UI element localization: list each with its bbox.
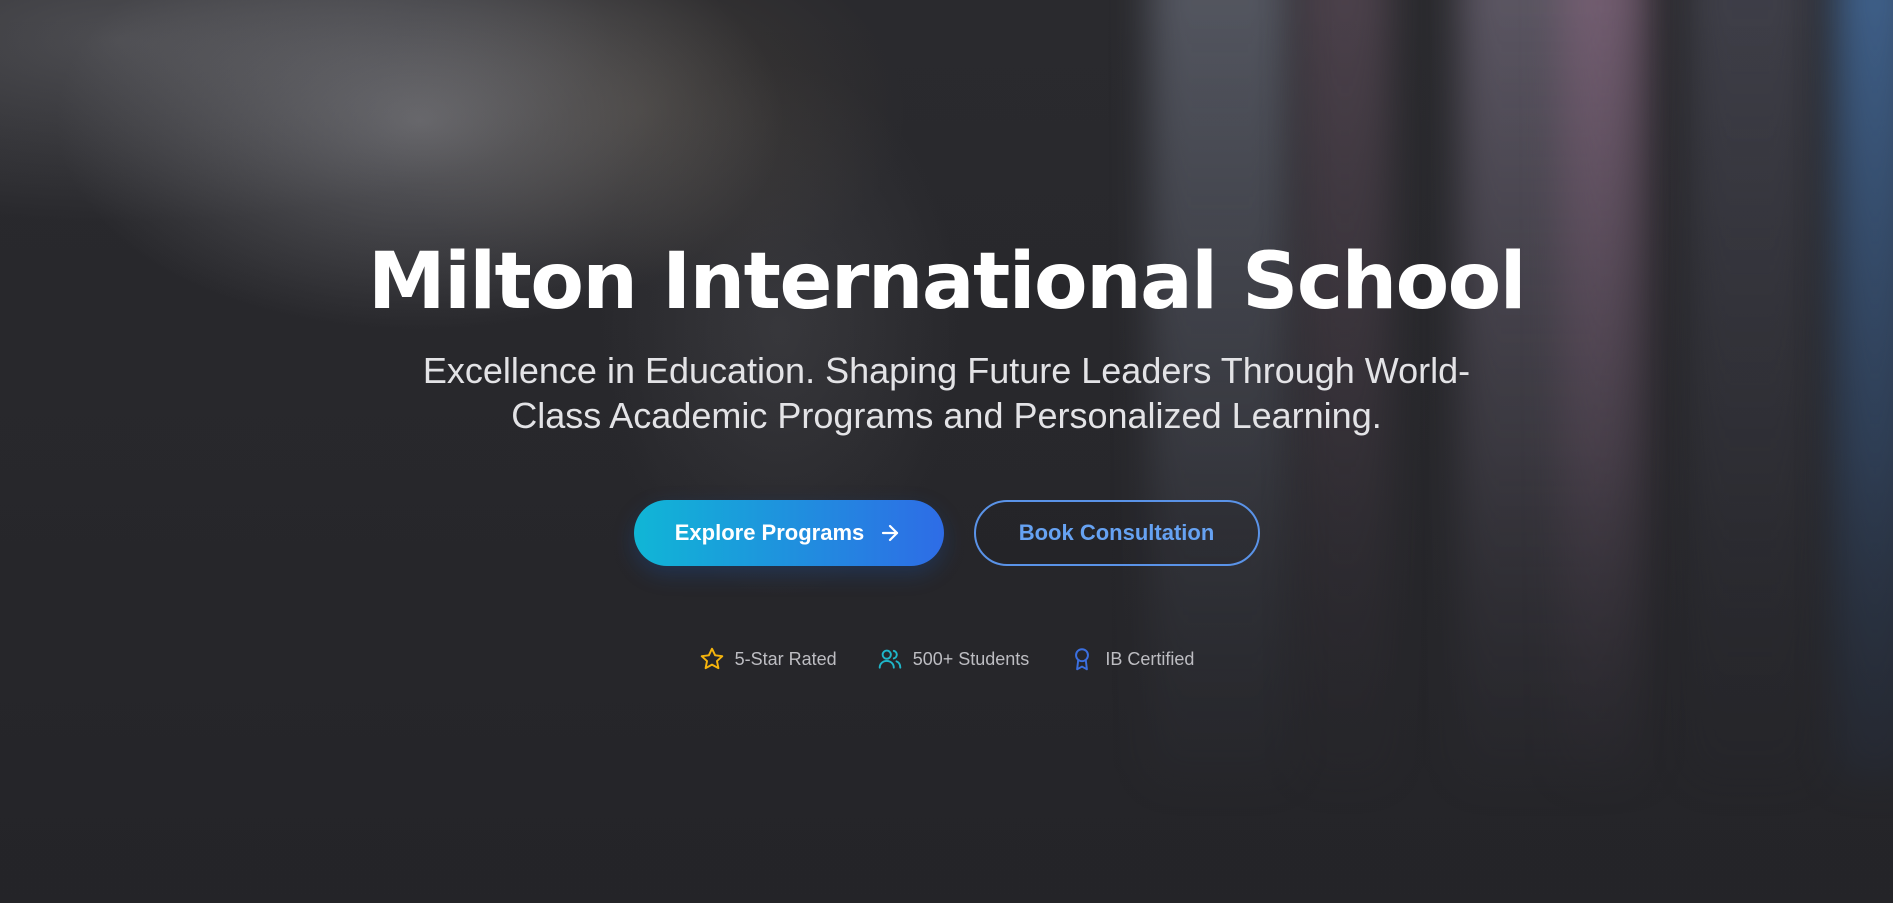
explore-programs-button[interactable]: Explore Programs (633, 500, 944, 566)
badge-students: 500+ Students (877, 646, 1030, 672)
users-icon (877, 646, 903, 672)
hero-content: Milton International School Excellence i… (0, 230, 1893, 672)
trust-badges: 5-Star Rated 500+ Students IB Certified (0, 646, 1893, 672)
explore-programs-label: Explore Programs (674, 520, 865, 545)
badge-rating: 5-Star Rated (699, 646, 837, 672)
badge-students-label: 500+ Students (912, 648, 1030, 669)
book-consultation-label: Book Consultation (1018, 520, 1215, 545)
book-consultation-button[interactable]: Book Consultation (973, 500, 1260, 566)
hero-actions: Explore Programs Book Consultation (0, 500, 1893, 566)
hero-section: Milton International School Excellence i… (0, 0, 1893, 903)
badge-rating-label: 5-Star Rated (734, 648, 837, 669)
arrow-right-icon (878, 521, 902, 545)
star-icon (699, 646, 725, 672)
badge-certification-label: IB Certified (1105, 648, 1195, 669)
hero-subtitle: Excellence in Education. Shaping Future … (422, 350, 1471, 436)
page-title: Milton International School (367, 237, 1527, 327)
badge-certification: IB Certified (1069, 646, 1194, 672)
award-icon (1069, 646, 1095, 672)
